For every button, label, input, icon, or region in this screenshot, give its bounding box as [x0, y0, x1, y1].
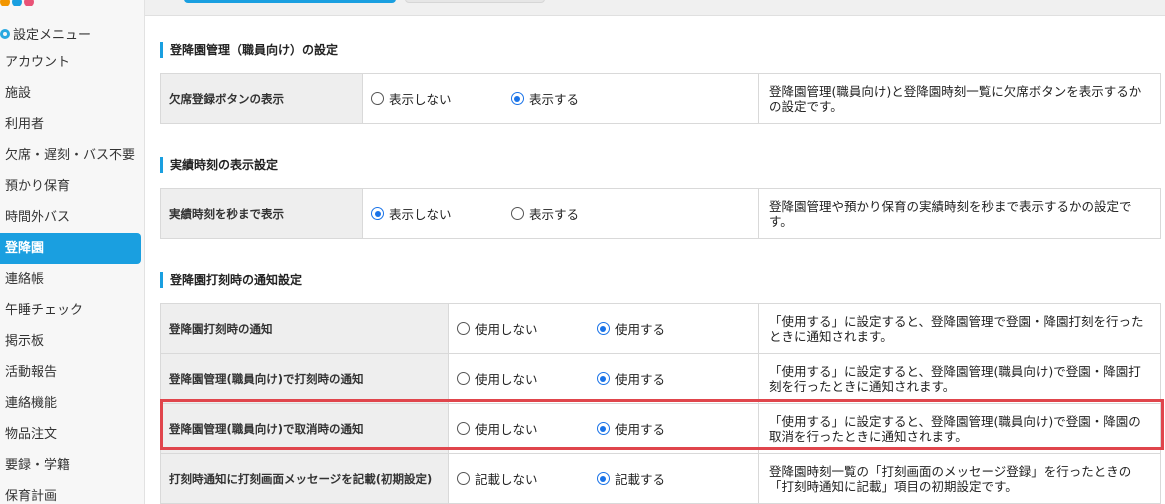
sidebar-item-messaging[interactable]: 連絡機能: [0, 388, 141, 419]
sidebar-item-nap-check[interactable]: 午睡チェック: [0, 295, 141, 326]
setting-label: 登降園管理(職員向け)で取消時の通知: [160, 403, 449, 454]
setting-description: 「使用する」に設定すると、登降園管理で登園・降園打刻を行ったときに通知されます。: [758, 303, 1161, 354]
settings-table-actual-time: 実績時刻を秒まで表示 表示しない 表示する 登降園管理や預かり保育の実績時刻を秒…: [160, 188, 1161, 239]
setting-label: 打刻時通知に打刻画面メッセージを記載(初期設定): [160, 453, 449, 504]
setting-options: 表示しない 表示する: [362, 188, 759, 239]
sidebar-item-absence[interactable]: 欠席・遅刻・バス不要: [0, 140, 141, 171]
radio-show-absence-button[interactable]: 表示する: [510, 89, 579, 108]
radio-circle[interactable]: [371, 92, 384, 105]
setting-options: 表示しない 表示する: [362, 73, 759, 124]
radio-circle-selected[interactable]: [596, 422, 610, 435]
settings-table-notification: 登降園打刻時の通知 使用しない 使用する 「使用する」に設定すると、登降園管理で…: [160, 303, 1161, 504]
app-logo: [0, 0, 90, 6]
top-tab-inactive[interactable]: [405, 0, 545, 3]
radio-include[interactable]: 記載する: [596, 469, 665, 488]
radio-not-include[interactable]: 記載しない: [457, 469, 593, 488]
setting-label: 欠席登録ボタンの表示: [160, 73, 363, 124]
table-row: 打刻時通知に打刻画面メッセージを記載(初期設定) 記載しない 記載する 登降園時…: [160, 453, 1161, 504]
setting-description: 「使用する」に設定すると、登降園管理(職員向け)で登園・降園打刻を行ったときに通…: [758, 353, 1161, 404]
settings-menu-title: 設定メニュー: [0, 24, 91, 43]
section-title-staff-attendance: 登降園管理（職員向け）の設定: [160, 42, 338, 58]
setting-description: 「使用する」に設定すると、登降園管理(職員向け)で登園・降園の取消を行ったときに…: [758, 403, 1161, 454]
radio-circle[interactable]: [510, 207, 524, 220]
setting-options: 使用しない 使用する: [448, 303, 759, 354]
radio-circle[interactable]: [457, 472, 470, 485]
radio-hide-seconds[interactable]: 表示しない: [371, 204, 507, 223]
sidebar-item-records[interactable]: 要録・学籍: [0, 450, 141, 481]
radio-circle[interactable]: [457, 372, 470, 385]
sidebar-item-account[interactable]: アカウント: [0, 47, 141, 78]
radio-hide-absence-button[interactable]: 表示しない: [371, 89, 507, 108]
table-row: 欠席登録ボタンの表示 表示しない 表示する 登降園管理(職員向け)と登降園時刻一…: [160, 73, 1161, 124]
radio-circle-selected[interactable]: [371, 207, 384, 220]
radio-circle-selected[interactable]: [596, 472, 610, 485]
radio-not-use[interactable]: 使用しない: [457, 369, 593, 388]
sidebar-item-extended-care[interactable]: 預かり保育: [0, 171, 141, 202]
radio-not-use[interactable]: 使用しない: [457, 319, 593, 338]
gear-icon: [0, 28, 10, 39]
setting-label: 登降園打刻時の通知: [160, 303, 449, 354]
sidebar-item-bulletin-board[interactable]: 掲示板: [0, 326, 141, 357]
radio-circle-selected[interactable]: [596, 372, 610, 385]
radio-circle[interactable]: [457, 422, 470, 435]
setting-label: 登降園管理(職員向け)で打刻時の通知: [160, 353, 449, 404]
sidebar-item-activity-report[interactable]: 活動報告: [0, 357, 141, 388]
section-title-actual-time: 実績時刻の表示設定: [160, 157, 278, 173]
setting-description: 登降園時刻一覧の「打刻画面のメッセージ登録」を行ったときの「打刻時通知に記載」項…: [758, 453, 1161, 504]
sidebar-item-goods-order[interactable]: 物品注文: [0, 419, 141, 450]
radio-use[interactable]: 使用する: [596, 369, 665, 388]
setting-options: 使用しない 使用する: [448, 403, 759, 454]
settings-table-staff-attendance: 欠席登録ボタンの表示 表示しない 表示する 登降園管理(職員向け)と登降園時刻一…: [160, 73, 1161, 124]
setting-description: 登降園管理(職員向け)と登降園時刻一覧に欠席ボタンを表示するかの設定です。: [758, 73, 1161, 124]
sidebar-item-attendance[interactable]: 登降園: [0, 233, 141, 264]
sidebar-item-facility[interactable]: 施設: [0, 78, 141, 109]
top-tab-active[interactable]: [184, 0, 396, 3]
radio-circle[interactable]: [457, 322, 470, 335]
table-row: 登降園管理(職員向け)で取消時の通知 使用しない 使用する 「使用する」に設定す…: [160, 403, 1161, 454]
table-row: 実績時刻を秒まで表示 表示しない 表示する 登降園管理や預かり保育の実績時刻を秒…: [160, 188, 1161, 239]
section-title-notification: 登降園打刻時の通知設定: [160, 272, 302, 288]
radio-not-use[interactable]: 使用しない: [457, 419, 593, 438]
setting-options: 使用しない 使用する: [448, 353, 759, 404]
setting-description: 登降園管理や預かり保育の実績時刻を秒まで表示するかの設定です。: [758, 188, 1161, 239]
radio-show-seconds[interactable]: 表示する: [510, 204, 579, 223]
radio-use[interactable]: 使用する: [596, 419, 665, 438]
sidebar-item-care-plan[interactable]: 保育計画: [0, 481, 141, 504]
setting-options: 記載しない 記載する: [448, 453, 759, 504]
setting-label: 実績時刻を秒まで表示: [160, 188, 363, 239]
sidebar-item-contact-book[interactable]: 連絡帳: [0, 264, 141, 295]
table-row: 登降園打刻時の通知 使用しない 使用する 「使用する」に設定すると、登降園管理で…: [160, 303, 1161, 354]
sidebar: 設定メニュー アカウント 施設 利用者 欠席・遅刻・バス不要 預かり保育 時間外…: [0, 0, 145, 504]
table-row: 登降園管理(職員向け)で打刻時の通知 使用しない 使用する 「使用する」に設定す…: [160, 353, 1161, 404]
radio-circle-selected[interactable]: [510, 92, 524, 105]
radio-circle-selected[interactable]: [596, 322, 610, 335]
radio-use[interactable]: 使用する: [596, 319, 665, 338]
main-content: 登降園管理（職員向け）の設定 欠席登録ボタンの表示 表示しない 表示する 登降園…: [145, 16, 1165, 504]
sidebar-item-overtime-bus[interactable]: 時間外バス: [0, 202, 141, 233]
sidebar-item-users[interactable]: 利用者: [0, 109, 141, 140]
